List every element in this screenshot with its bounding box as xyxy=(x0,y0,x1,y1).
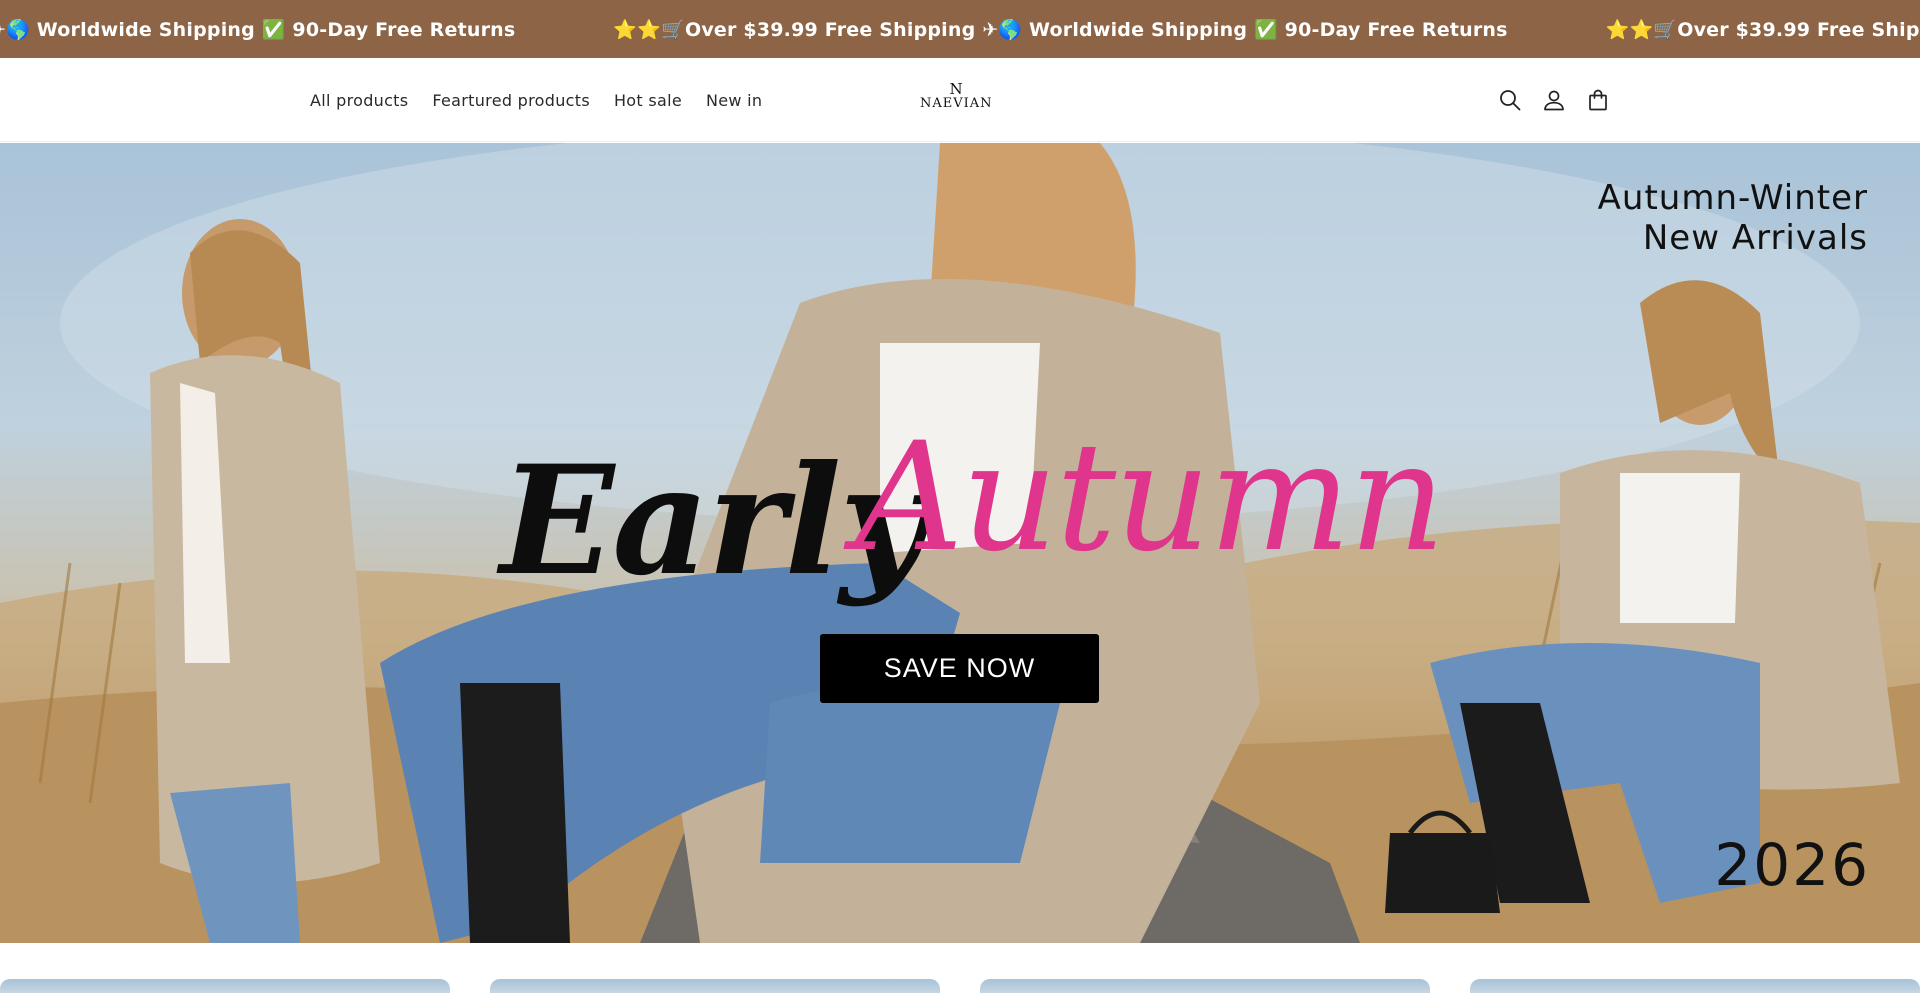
site-header: All products Feartured products Hot sale… xyxy=(0,58,1920,142)
announcement-text: ⭐⭐🛒Over $39.99 Free Shipping ✈🌎 Worldwid… xyxy=(613,18,1508,41)
site-logo[interactable]: N NAEVIAN xyxy=(920,82,992,116)
hero-subtitle-line1: Autumn-Winter xyxy=(1597,178,1868,218)
product-card[interactable] xyxy=(0,979,450,993)
nav-all-products[interactable]: All products xyxy=(310,91,408,110)
search-icon[interactable] xyxy=(1497,87,1523,113)
announcement-text: ✈🌎 Worldwide Shipping ✅ 90-Day Free Retu… xyxy=(0,18,516,41)
hero-year: 2026 xyxy=(1714,831,1870,899)
nav-hot-sale[interactable]: Hot sale xyxy=(614,91,682,110)
main-nav: All products Feartured products Hot sale… xyxy=(310,58,786,142)
account-icon[interactable] xyxy=(1541,87,1567,113)
product-card[interactable] xyxy=(490,979,940,993)
hero-subtitle: Autumn-Winter New Arrivals xyxy=(1598,178,1868,258)
announcement-text: ⭐⭐🛒Over $39.99 Free Shipping ✈🌎 Wo xyxy=(1605,18,1920,41)
hero-headline-autumn: Autumn xyxy=(855,411,1446,585)
hero-banner[interactable]: Autumn-Winter New Arrivals Early Autumn … xyxy=(0,143,1920,943)
logo-monogram: N xyxy=(949,80,963,98)
product-card-row xyxy=(0,979,1920,993)
header-icons xyxy=(1497,58,1629,142)
nav-featured-products[interactable]: Feartured products xyxy=(432,91,590,110)
nav-new-in[interactable]: New in xyxy=(706,91,762,110)
cart-icon[interactable] xyxy=(1585,87,1611,113)
save-now-button[interactable]: SAVE NOW xyxy=(820,634,1099,703)
product-card[interactable] xyxy=(980,979,1430,993)
logo-wordmark: NAEVIAN xyxy=(920,96,993,111)
hero-subtitle-line2: New Arrivals xyxy=(1642,218,1868,258)
product-card[interactable] xyxy=(1470,979,1920,993)
announcement-bar: ✈🌎 Worldwide Shipping ✅ 90-Day Free Retu… xyxy=(0,0,1920,58)
announcement-track: ✈🌎 Worldwide Shipping ✅ 90-Day Free Retu… xyxy=(0,0,1920,58)
